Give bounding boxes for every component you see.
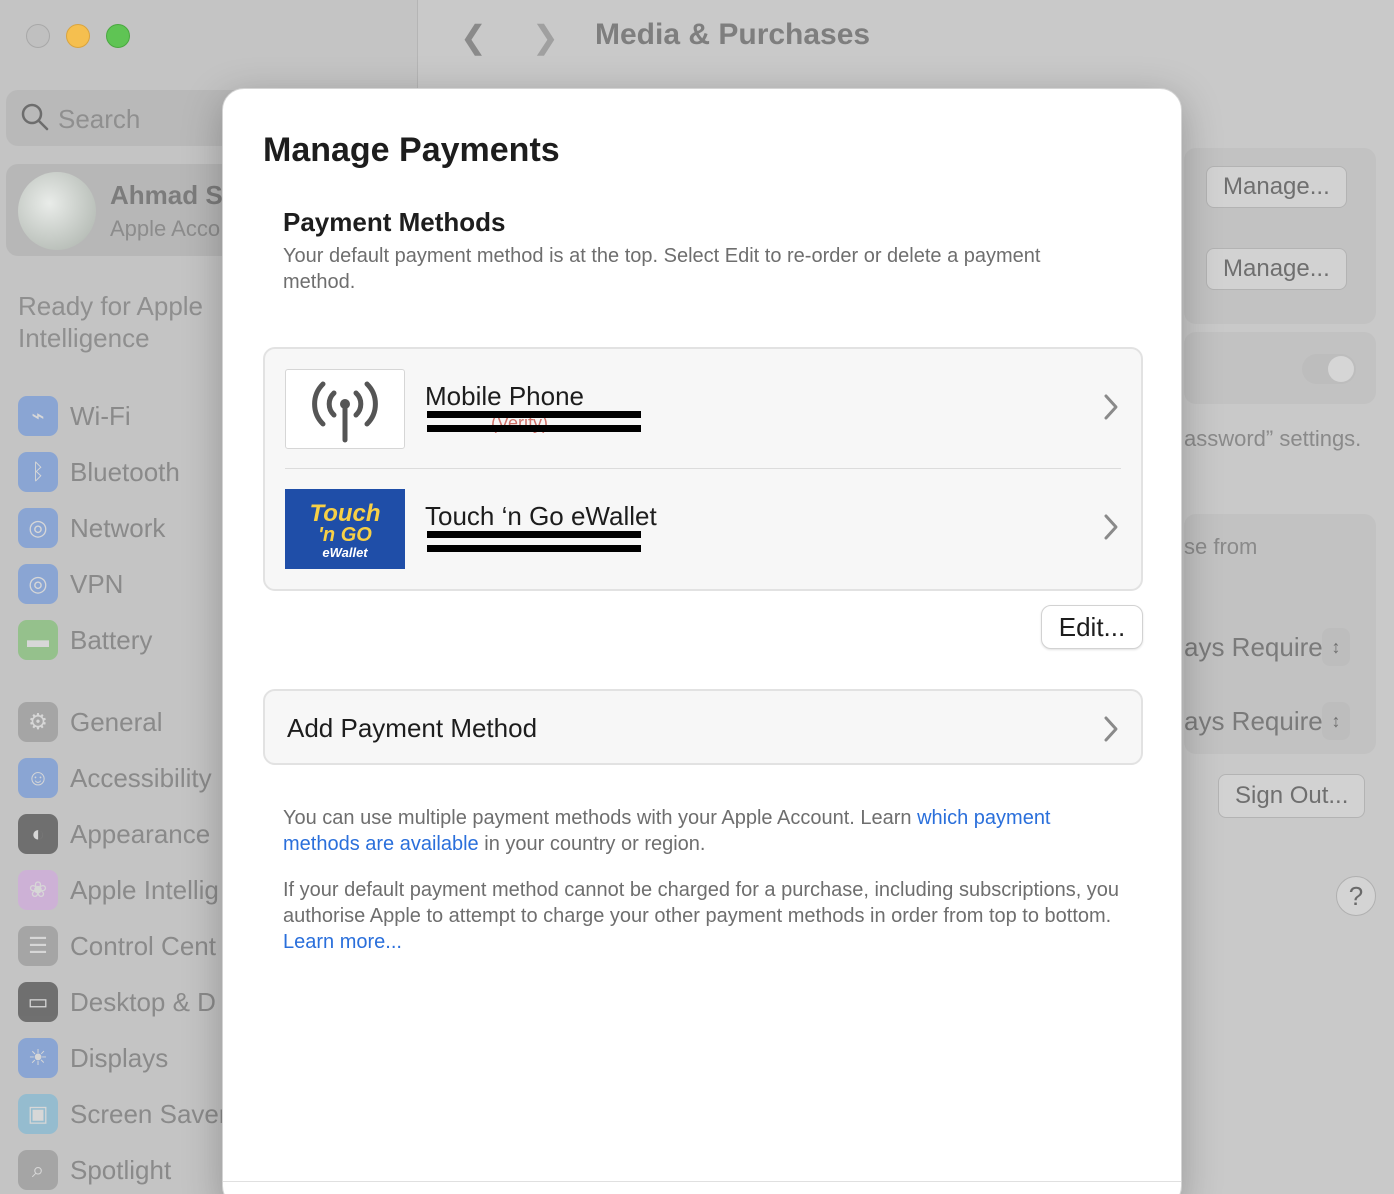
- learn-more-link[interactable]: Learn more...: [283, 931, 402, 953]
- accessibility-icon: ☺: [18, 758, 58, 798]
- globe-icon: ◎: [18, 508, 58, 548]
- maximize-window-button[interactable]: [106, 24, 130, 48]
- help-button[interactable]: ?: [1336, 876, 1376, 916]
- payment-method-mobile-phone[interactable]: Mobile Phone (Verify): [265, 349, 1141, 469]
- wifi-icon: ⌁: [18, 396, 58, 436]
- add-payment-method-label: Add Payment Method: [287, 713, 538, 743]
- require-select-2[interactable]: ays Require: [1184, 706, 1323, 737]
- up-down-chevron-icon[interactable]: ↕: [1322, 702, 1350, 740]
- edit-button[interactable]: Edit...: [1041, 605, 1143, 649]
- payment-methods-heading: Payment Methods: [283, 207, 506, 237]
- sidebar-item-label: Screen Saver: [70, 1098, 228, 1129]
- bg-toggle[interactable]: [1302, 354, 1356, 384]
- password-settings-text: assword” settings.: [1184, 426, 1362, 451]
- minimize-window-button[interactable]: [66, 24, 90, 48]
- require-select-1[interactable]: ays Require: [1184, 632, 1323, 663]
- forward-chevron-icon[interactable]: ❯: [532, 18, 559, 56]
- payment-methods-description: Your default payment method is at the to…: [283, 245, 1041, 293]
- sidebar-item-label: Accessibility: [70, 762, 212, 793]
- sidebar-item-label: Displays: [70, 1042, 169, 1073]
- manage-payments-sheet: Manage Payments Payment Methods Your def…: [222, 88, 1182, 1194]
- appearance-icon: ◐: [18, 814, 58, 854]
- sidebar-item-screen-saver[interactable]: ▣ Screen Saver: [18, 1094, 228, 1134]
- sheet-title: Manage Payments: [263, 131, 560, 169]
- screen-saver-icon: ▣: [18, 1094, 58, 1134]
- note1-text-pre: You can use multiple payment methods wit…: [283, 807, 918, 829]
- sidebar-item-general[interactable]: ⚙ General: [18, 702, 163, 742]
- sidebar-item-label: Desktop & D: [70, 986, 216, 1017]
- gear-icon: ⚙: [18, 702, 58, 742]
- sidebar-item-label: Spotlight: [70, 1154, 172, 1185]
- payment-methods-list: Mobile Phone (Verify) Touch 'n GO eWalle…: [263, 347, 1143, 591]
- chevron-right-icon: [1104, 394, 1118, 420]
- sidebar-item-network[interactable]: ◎ Network: [18, 508, 165, 548]
- sidebar-item-label: VPN: [70, 568, 124, 599]
- sidebar-item-label: Battery: [70, 624, 153, 655]
- sidebar-item-label: Network: [70, 512, 166, 543]
- sign-out-button[interactable]: Sign Out...: [1218, 774, 1366, 818]
- payment-method-touch-n-go[interactable]: Touch 'n GO eWallet Touch ‘n Go eWallet: [265, 469, 1141, 589]
- manage-button-1[interactable]: Manage...: [1206, 166, 1347, 208]
- chevron-right-icon: [1104, 514, 1118, 540]
- se-from-text: se from: [1184, 534, 1258, 559]
- payment-method-name: Mobile Phone: [425, 381, 584, 411]
- redaction-bar: [427, 531, 641, 557]
- touch-n-go-logo: Touch 'n GO eWallet: [285, 489, 405, 569]
- spotlight-icon: ⌕: [18, 1150, 58, 1190]
- add-payment-method-button[interactable]: Add Payment Method: [263, 689, 1143, 765]
- sidebar-item-displays[interactable]: ☀ Displays: [18, 1038, 168, 1078]
- redaction-bar: [427, 411, 641, 437]
- logo-text-ewallet: eWallet: [322, 545, 368, 560]
- sidebar-item-accessibility[interactable]: ☺ Accessibility: [18, 758, 212, 798]
- sidebar-item-desktop-d[interactable]: ▭ Desktop & D: [18, 982, 216, 1022]
- note2-text: If your default payment method cannot be…: [283, 879, 1120, 927]
- sidebar-item-vpn[interactable]: ◎ VPN: [18, 564, 123, 604]
- sidebar-item-label: Appearance: [70, 818, 211, 849]
- payment-method-name: Touch ‘n Go eWallet: [425, 501, 657, 531]
- up-down-chevron-icon[interactable]: ↕: [1322, 628, 1350, 666]
- sidebar-item-label: General: [70, 706, 163, 737]
- sidebar-item-control-cent[interactable]: ☰ Control Cent: [18, 926, 216, 966]
- ready-for-apple-intelligence[interactable]: Ready for Apple Intelligence: [18, 290, 238, 354]
- sidebar-item-appearance[interactable]: ◐ Appearance: [18, 814, 210, 854]
- sheet-footer-divider: [223, 1181, 1181, 1182]
- sidebar-item-wi-fi[interactable]: ⌁ Wi-Fi: [18, 396, 131, 436]
- back-chevron-icon[interactable]: ❮: [460, 18, 487, 56]
- battery-icon: ▬: [18, 620, 58, 660]
- search-icon: [21, 103, 49, 131]
- note1-text-post: in your country or region.: [478, 833, 706, 855]
- control-center-icon: ☰: [18, 926, 58, 966]
- avatar: [18, 172, 96, 250]
- vpn-icon: ◎: [18, 564, 58, 604]
- sidebar-item-apple-intellig[interactable]: ❀ Apple Intellig: [18, 870, 219, 910]
- account-subtitle: Apple Acco: [110, 216, 221, 241]
- sidebar-item-label: Apple Intellig: [70, 874, 219, 905]
- manage-button-2[interactable]: Manage...: [1206, 248, 1347, 290]
- sidebar-item-battery[interactable]: ▬ Battery: [18, 620, 152, 660]
- search-placeholder: Search: [58, 104, 141, 134]
- logo-text-ngo: 'n GO: [318, 524, 372, 546]
- chevron-right-icon: [1104, 716, 1118, 742]
- displays-icon: ☀: [18, 1038, 58, 1078]
- mobile-carrier-icon: [285, 369, 405, 449]
- sidebar-item-bluetooth[interactable]: ᛒ Bluetooth: [18, 452, 180, 492]
- apple-intelligence-icon: ❀: [18, 870, 58, 910]
- sidebar-item-label: Wi-Fi: [70, 400, 131, 431]
- bluetooth-icon: ᛒ: [18, 452, 58, 492]
- sidebar-item-spotlight[interactable]: ⌕ Spotlight: [18, 1150, 171, 1190]
- account-name: Ahmad S: [110, 180, 223, 210]
- sidebar-item-label: Control Cent: [70, 930, 216, 961]
- logo-text-touch: Touch: [309, 500, 380, 527]
- default-payment-note: If your default payment method cannot be…: [283, 877, 1123, 955]
- desktop-dock-icon: ▭: [18, 982, 58, 1022]
- multiple-payment-note: You can use multiple payment methods wit…: [283, 805, 1123, 857]
- sidebar-item-label: Bluetooth: [70, 456, 180, 487]
- page-title: Media & Purchases: [595, 18, 871, 51]
- close-window-button[interactable]: [26, 24, 50, 48]
